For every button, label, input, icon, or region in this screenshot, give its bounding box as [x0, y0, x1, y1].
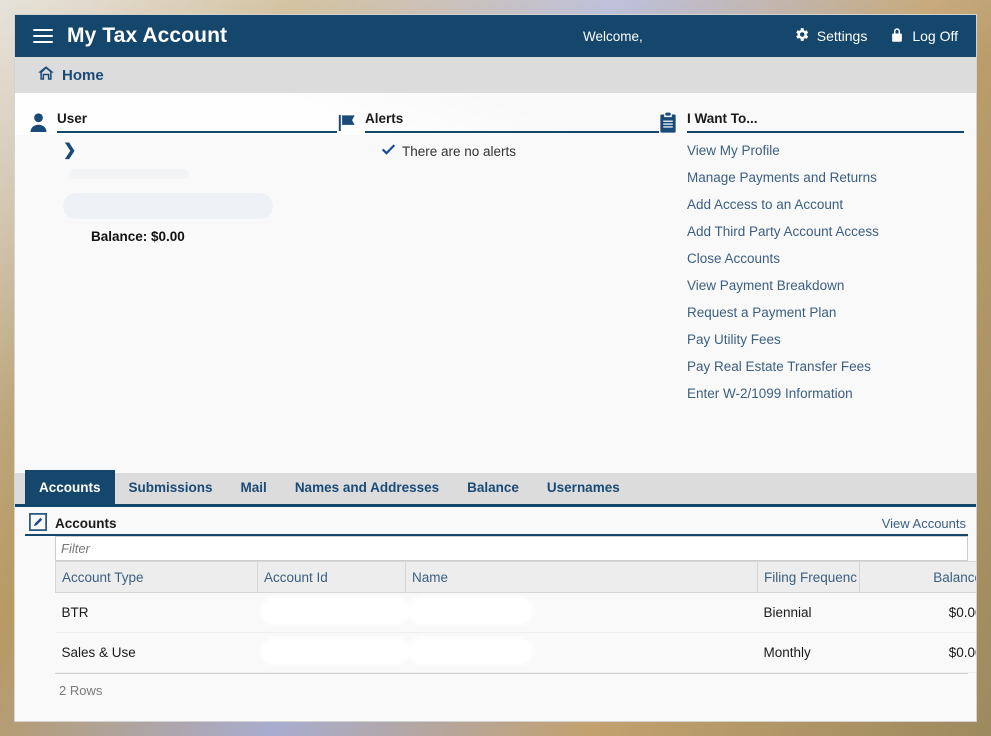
accounts-row-count: 2 Rows: [55, 673, 968, 707]
logoff-label: Log Off: [912, 28, 958, 44]
gear-icon: [793, 26, 817, 46]
view-accounts-link[interactable]: View Accounts: [882, 516, 968, 531]
tab-balance[interactable]: Balance: [453, 470, 533, 504]
accounts-section-header: Accounts View Accounts: [25, 510, 968, 536]
i-want-to-link[interactable]: Request a Payment Plan: [687, 299, 964, 326]
table-row[interactable]: Sales & Use Monthly$0.00: [55, 632, 976, 673]
app-title: My Tax Account: [67, 24, 228, 47]
i-want-to-link[interactable]: Add Third Party Account Access: [687, 218, 964, 245]
accounts-table-body: BTR Biennial$0.00 Sales & Use Monthly$0.00: [55, 592, 976, 673]
top-navigation-bar: My Tax Account Welcome, Settings Log Off: [15, 15, 976, 57]
balance-cell: $0.00: [859, 632, 976, 673]
tab-usernames[interactable]: Usernames: [533, 470, 634, 504]
tab-names-and-addresses[interactable]: Names and Addresses: [281, 470, 453, 504]
hamburger-menu-icon[interactable]: [33, 29, 53, 43]
i-want-to-panel-title-underline: I Want To...: [687, 110, 964, 133]
user-panel-title-underline: User: [57, 110, 337, 133]
alerts-panel-title-underline: Alerts: [365, 110, 659, 133]
user-panel: User ❯ Balance: $0.00: [15, 107, 337, 407]
alerts-panel-body: There are no alerts: [337, 133, 659, 160]
table-row[interactable]: BTR Biennial$0.00: [55, 592, 976, 633]
account-name-cell: [405, 592, 758, 633]
account-id-redacted: [263, 601, 407, 621]
account-name-redacted: [411, 641, 529, 661]
welcome-username-redacted: [651, 29, 771, 43]
settings-label: Settings: [816, 28, 868, 44]
accounts-section-title: Accounts: [55, 516, 117, 531]
edit-pencil-icon[interactable]: [25, 513, 55, 531]
accounts-table: Account Type Account Id Name Filing Frequen…: [55, 561, 976, 673]
alerts-panel: Alerts There are no alerts: [337, 107, 659, 407]
alerts-panel-title: Alerts: [365, 111, 404, 126]
filing-frequency-cell: Biennial: [757, 592, 860, 633]
i-want-to-link[interactable]: View My Profile: [687, 137, 964, 164]
breadcrumb-home-label: Home: [62, 66, 104, 84]
account-name-cell: [405, 632, 758, 673]
i-want-to-link[interactable]: View Payment Breakdown: [687, 272, 964, 299]
dashboard-panels: User ❯ Balance: $0.00 Alerts There are n…: [15, 93, 976, 407]
user-details-redacted: [63, 193, 273, 219]
breadcrumb-home-link[interactable]: Home: [37, 64, 104, 86]
user-name-redacted: [69, 169, 189, 179]
i-want-to-panel: I Want To... View My Profile Manage Payme…: [659, 107, 964, 407]
i-want-to-link[interactable]: Add Access to an Account: [687, 191, 964, 218]
i-want-to-link[interactable]: Enter W-2/1099 Information: [687, 380, 964, 407]
user-panel-title: User: [57, 111, 88, 126]
alerts-status-row: There are no alerts: [381, 143, 659, 160]
tab-mail[interactable]: Mail: [227, 470, 281, 504]
person-icon: [29, 112, 53, 133]
account-type-link[interactable]: BTR: [55, 592, 258, 633]
column-header[interactable]: Balance: [859, 561, 976, 593]
flag-icon: [337, 113, 361, 133]
i-want-to-link-list: View My Profile Manage Payments and Retur…: [659, 133, 964, 407]
tab-strip: Accounts Submissions Mail Names and Address…: [15, 470, 976, 507]
user-balance-label: Balance: $0.00: [91, 229, 185, 244]
clipboard-icon: [659, 112, 683, 133]
i-want-to-link[interactable]: Pay Real Estate Transfer Fees: [687, 353, 964, 380]
breadcrumb: Home: [15, 57, 976, 93]
account-id-cell: [257, 632, 407, 673]
page-shell: My Tax Account Welcome, Settings Log Off…: [14, 14, 977, 722]
settings-button[interactable]: Settings: [793, 26, 868, 46]
i-want-to-link[interactable]: Manage Payments and Returns: [687, 164, 964, 191]
alerts-status-text: There are no alerts: [402, 144, 517, 159]
column-header[interactable]: Account Id: [257, 561, 406, 593]
column-header[interactable]: Account Type: [55, 561, 258, 593]
tab-submissions[interactable]: Submissions: [115, 470, 227, 504]
alerts-panel-header: Alerts: [337, 107, 659, 133]
filing-frequency-cell: Monthly: [757, 632, 860, 673]
column-header[interactable]: Name: [405, 561, 758, 593]
i-want-to-panel-title: I Want To...: [687, 111, 758, 126]
tab-accounts[interactable]: Accounts: [25, 470, 115, 504]
logoff-button[interactable]: Log Off: [889, 26, 958, 47]
i-want-to-panel-header: I Want To...: [659, 107, 964, 133]
column-header[interactable]: Filing Frequenc: [757, 561, 860, 593]
account-id-cell: [257, 592, 407, 633]
accounts-filter-input[interactable]: [55, 536, 968, 561]
welcome-text: Welcome,: [582, 28, 643, 44]
account-type-link[interactable]: Sales & Use: [55, 632, 258, 673]
accounts-section: Accounts View Accounts Account TypeAccou…: [15, 510, 976, 707]
user-panel-body: ❯ Balance: $0.00: [29, 133, 337, 244]
tab-strip-container: Accounts Submissions Mail Names and Address…: [15, 470, 976, 507]
user-panel-header: User: [29, 107, 337, 133]
home-icon: [37, 64, 62, 86]
lock-icon: [889, 26, 912, 47]
topbar-right-group: Welcome, Settings Log Off: [583, 26, 976, 47]
i-want-to-link[interactable]: Pay Utility Fees: [687, 326, 964, 353]
i-want-to-link[interactable]: Close Accounts: [687, 245, 964, 272]
account-id-redacted: [263, 641, 407, 661]
user-expand-chevron-icon[interactable]: ❯: [63, 143, 337, 159]
accounts-table-header-row: Account Type Account Id Name Filing Frequen…: [55, 561, 976, 593]
balance-cell: $0.00: [859, 592, 976, 633]
account-name-redacted: [411, 601, 529, 621]
check-icon: [381, 143, 402, 160]
